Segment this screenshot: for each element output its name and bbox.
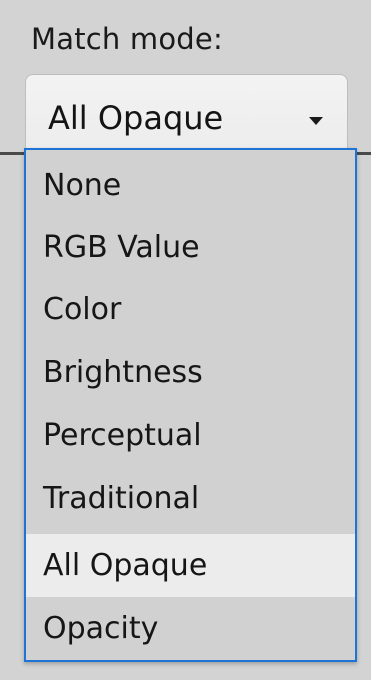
option-all-opaque[interactable]: All Opaque [26, 534, 355, 597]
match-mode-select[interactable]: All Opaque [25, 74, 348, 152]
option-color[interactable]: Color [26, 278, 355, 341]
chevron-down-icon [309, 117, 323, 125]
option-none[interactable]: None [26, 154, 355, 217]
option-brightness[interactable]: Brightness [26, 341, 355, 404]
select-value: All Opaque [48, 99, 224, 137]
option-rgb-value[interactable]: RGB Value [26, 216, 355, 279]
option-opacity[interactable]: Opacity [26, 597, 355, 660]
option-perceptual[interactable]: Perceptual [26, 404, 355, 467]
match-mode-label: Match mode: [31, 22, 223, 56]
match-mode-dropdown: None RGB Value Color Brightness Perceptu… [24, 148, 357, 662]
option-traditional[interactable]: Traditional [26, 467, 355, 530]
options-panel: Match mode: All Opaque None RGB Value Co… [0, 0, 371, 680]
